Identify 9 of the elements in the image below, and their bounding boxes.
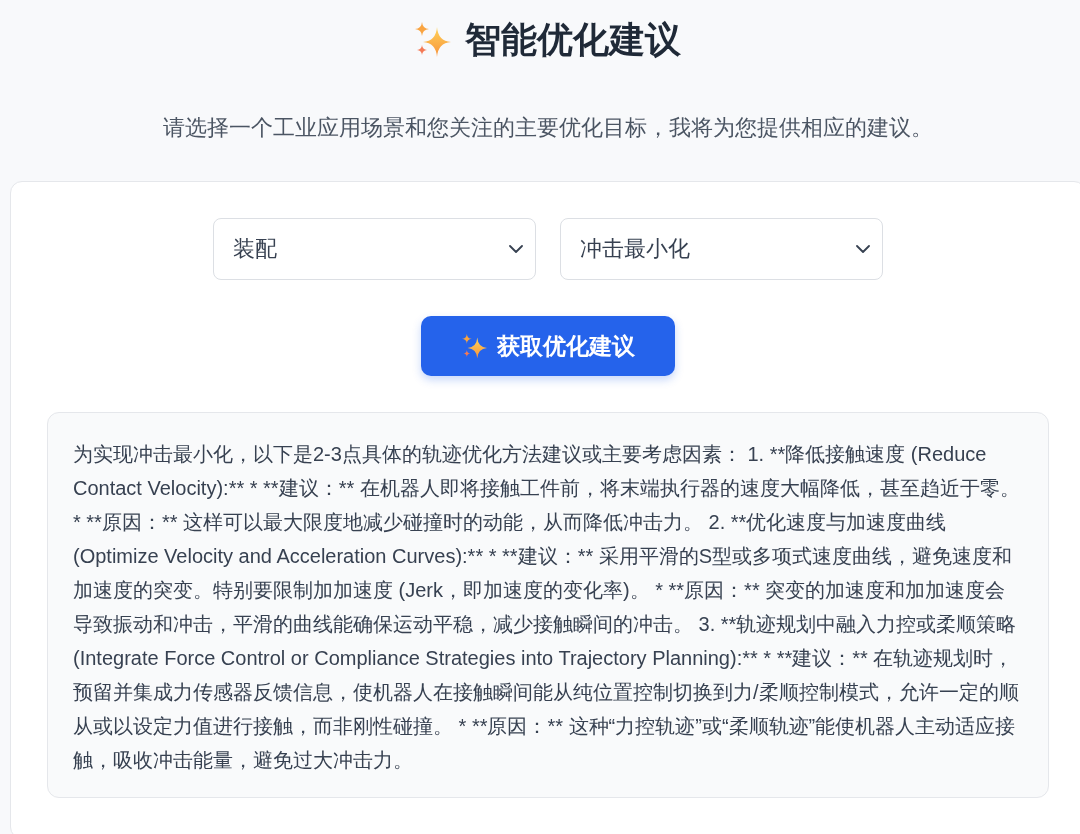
chevron-down-icon [856,245,870,253]
get-suggestions-button[interactable]: 获取优化建议 [421,316,675,376]
page-title: 智能优化建议 [465,18,681,62]
suggestion-text: 为实现冲击最小化，以下是2-3点具体的轨迹优化方法建议或主要考虑因素： 1. **降低接触速度 (Reduce Contact Velocity):** * **建议：** 在机器人即将接触工件前，将末端执行器的速度大幅降低，甚至趋近于零。 * **原因：** 这样可以最大限度地减少碰撞时的动能，从而降低冲击力。 2. **优化速度与加速度曲线 (Optimize Velocity and Acceleration Curves):** * **建议：** 采用平滑的S型或多项式速度曲线，避免速度和加速度的突变。特别要限制加加速度 (Jerk，即加速度的变化率)。 * **原因：** 突变的加速度和加加速度会导致振动和冲击，平滑的曲线能确保运动平稳，减少接触瞬间的冲击。 3. **轨迹规划中融入力控或柔顺策略 (Integrate Force Control or Compliance Strategies into Trajectory Planning):** * **建议：** 在轨迹规划时，预留并集成力传感器反馈信息，使机器人在接触瞬间能从纯位置控制切换到力/柔顺控制模式，允许一定的顺从或以设定力值进行接触，而非刚性碰撞。 * **原因：** 这种“力控轨迹”或“柔顺轨迹”能使机器人主动适应接触，吸收冲击能量，避免过大冲击力。 [47,412,1049,798]
chevron-down-icon [509,245,523,253]
scenario-dropdown[interactable]: 装配 [213,218,536,280]
sparkles-icon [461,333,487,359]
page-subtitle: 请选择一个工业应用场景和您关注的主要优化目标，我将为您提供相应的建议。 [163,114,933,142]
goal-dropdown[interactable]: 冲击最小化 [560,218,883,280]
